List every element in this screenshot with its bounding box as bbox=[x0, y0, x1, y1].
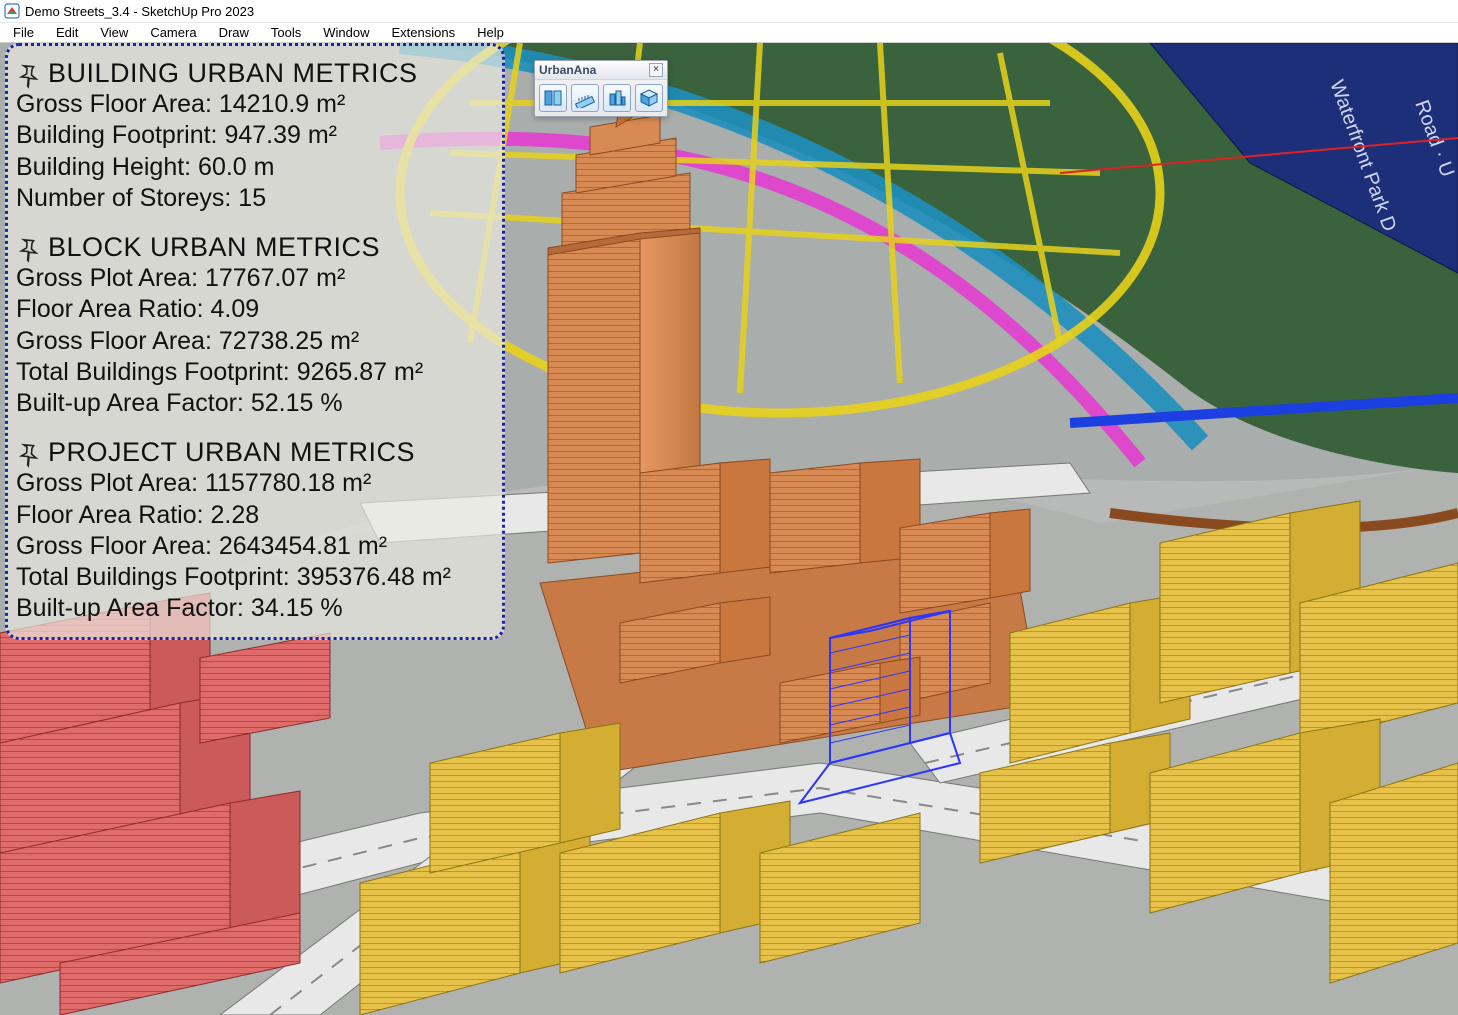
menu-file[interactable]: File bbox=[2, 24, 45, 41]
menu-tools[interactable]: Tools bbox=[260, 24, 312, 41]
metric-row: Floor Area Ratio: 4.09 bbox=[16, 294, 492, 325]
toolbar-buildings-button[interactable] bbox=[603, 84, 631, 112]
window-title: Demo Streets_3.4 - SketchUp Pro 2023 bbox=[25, 4, 254, 19]
metric-row: Gross Plot Area: 17767.07 m² bbox=[16, 263, 492, 294]
ruler-icon bbox=[575, 88, 595, 108]
sketchup-icon bbox=[4, 3, 20, 19]
metric-row: Built-up Area Factor: 52.15 % bbox=[16, 388, 492, 419]
metrics-building-section: BUILDING URBAN METRICS Gross Floor Area:… bbox=[16, 58, 492, 214]
buildings-icon bbox=[607, 88, 627, 108]
menu-edit[interactable]: Edit bbox=[45, 24, 89, 41]
toolbar-titlebar[interactable]: UrbanAna × bbox=[535, 61, 667, 80]
metric-row: Gross Floor Area: 14210.9 m² bbox=[16, 89, 492, 120]
menu-view[interactable]: View bbox=[89, 24, 139, 41]
metric-row: Gross Plot Area: 1157780.18 m² bbox=[16, 468, 492, 499]
toolbar-measure-button[interactable] bbox=[571, 84, 599, 112]
menu-camera[interactable]: Camera bbox=[139, 24, 207, 41]
metric-row: Built-up Area Factor: 34.15 % bbox=[16, 593, 492, 624]
toolbar-title: UrbanAna bbox=[539, 63, 596, 77]
metric-row: Building Footprint: 947.39 m² bbox=[16, 120, 492, 151]
metric-row: Total Buildings Footprint: 395376.48 m² bbox=[16, 562, 492, 593]
panel-icon bbox=[543, 88, 563, 108]
pin-icon bbox=[11, 436, 45, 470]
metrics-building-heading: BUILDING URBAN METRICS bbox=[48, 58, 418, 89]
pin-icon bbox=[11, 231, 45, 265]
metric-row: Number of Storeys: 15 bbox=[16, 183, 492, 214]
metrics-overlay: BUILDING URBAN METRICS Gross Floor Area:… bbox=[5, 43, 505, 640]
pin-icon bbox=[11, 57, 45, 91]
metrics-block-section: BLOCK URBAN METRICS Gross Plot Area: 177… bbox=[16, 232, 492, 419]
menu-extensions[interactable]: Extensions bbox=[381, 24, 467, 41]
model-viewport[interactable]: Road · U Waterfront Park D bbox=[0, 43, 1458, 1015]
metrics-block-heading: BLOCK URBAN METRICS bbox=[48, 232, 380, 263]
urbanana-toolbar[interactable]: UrbanAna × bbox=[534, 60, 668, 117]
toolbar-body bbox=[535, 80, 667, 116]
toolbar-volume-button[interactable] bbox=[635, 84, 663, 112]
window-titlebar: Demo Streets_3.4 - SketchUp Pro 2023 bbox=[0, 0, 1458, 22]
toolbar-panel-button[interactable] bbox=[539, 84, 567, 112]
cube-icon bbox=[639, 88, 659, 108]
metrics-project-heading: PROJECT URBAN METRICS bbox=[48, 437, 415, 468]
metric-row: Gross Floor Area: 72738.25 m² bbox=[16, 326, 492, 357]
menu-window[interactable]: Window bbox=[312, 24, 380, 41]
metric-row: Building Height: 60.0 m bbox=[16, 152, 492, 183]
metric-row: Floor Area Ratio: 2.28 bbox=[16, 500, 492, 531]
metric-row: Gross Floor Area: 2643454.81 m² bbox=[16, 531, 492, 562]
metrics-project-section: PROJECT URBAN METRICS Gross Plot Area: 1… bbox=[16, 437, 492, 624]
close-icon[interactable]: × bbox=[649, 63, 663, 77]
menu-help[interactable]: Help bbox=[466, 24, 515, 41]
menu-bar: File Edit View Camera Draw Tools Window … bbox=[0, 22, 1458, 43]
metric-row: Total Buildings Footprint: 9265.87 m² bbox=[16, 357, 492, 388]
menu-draw[interactable]: Draw bbox=[208, 24, 260, 41]
